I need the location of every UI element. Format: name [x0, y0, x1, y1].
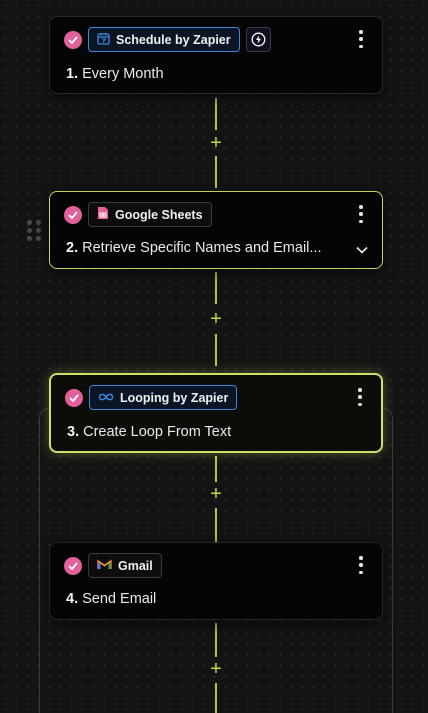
- chevron-down-icon[interactable]: [356, 241, 368, 259]
- step-card-1[interactable]: Schedule by Zapier 1. Every Month: [49, 16, 383, 94]
- step-title: 2. Retrieve Specific Names and Email...: [66, 240, 321, 256]
- step-number: 3.: [67, 424, 80, 440]
- connector-line: [215, 508, 217, 542]
- calendar-icon: [97, 32, 110, 48]
- check-circle-icon: [64, 30, 82, 49]
- step-title-text: Send Email: [82, 591, 157, 607]
- connector-line: [215, 98, 217, 130]
- app-badge-schedule[interactable]: Schedule by Zapier: [88, 27, 240, 52]
- app-badge-gmail[interactable]: Gmail: [88, 553, 162, 578]
- check-circle-icon: [65, 388, 83, 407]
- connector-line: [215, 683, 217, 713]
- add-step-button[interactable]: +: [207, 659, 225, 679]
- app-badge-google-sheets[interactable]: Google Sheets: [88, 202, 212, 227]
- check-circle-icon: [64, 205, 82, 224]
- step-title: 3. Create Loop From Text: [67, 424, 231, 440]
- more-vertical-icon[interactable]: [353, 388, 367, 406]
- connector-line: [215, 623, 217, 657]
- connector-line: [215, 456, 217, 482]
- step-card-2[interactable]: Google Sheets 2. Retrieve Specific Names…: [49, 191, 383, 269]
- step-number: 1.: [66, 66, 79, 82]
- more-vertical-icon[interactable]: [354, 556, 368, 574]
- step-number: 2.: [66, 240, 79, 256]
- step-title-text: Retrieve Specific Names and Email...: [82, 240, 322, 256]
- drag-handle-icon[interactable]: [27, 220, 41, 241]
- step-title-text: Create Loop From Text: [83, 424, 232, 440]
- more-vertical-icon[interactable]: [354, 30, 368, 48]
- app-name: Google Sheets: [115, 207, 203, 222]
- step-number: 4.: [66, 591, 79, 607]
- lightning-bolt-icon[interactable]: [245, 27, 271, 52]
- step-title: 4. Send Email: [66, 591, 156, 607]
- connector-line: [215, 334, 217, 366]
- gmail-icon: [97, 558, 112, 573]
- infinity-loop-icon: [98, 391, 114, 405]
- google-sheets-icon: [97, 206, 109, 223]
- step-title: 1. Every Month: [66, 66, 164, 82]
- app-badge-looping[interactable]: Looping by Zapier: [89, 385, 238, 410]
- step-title-text: Every Month: [82, 66, 164, 82]
- app-name: Schedule by Zapier: [116, 32, 231, 47]
- connector-line: [215, 272, 217, 304]
- add-step-button[interactable]: +: [207, 309, 225, 329]
- step-card-4[interactable]: Gmail 4. Send Email: [49, 542, 383, 620]
- add-step-button[interactable]: +: [207, 133, 225, 153]
- check-circle-icon: [64, 556, 82, 575]
- step-card-3[interactable]: Looping by Zapier 3. Create Loop From Te…: [49, 373, 383, 453]
- app-name: Gmail: [118, 558, 153, 573]
- connector-line: [215, 156, 217, 188]
- more-vertical-icon[interactable]: [354, 205, 368, 223]
- add-step-button[interactable]: +: [207, 484, 225, 504]
- app-name: Looping by Zapier: [120, 390, 229, 405]
